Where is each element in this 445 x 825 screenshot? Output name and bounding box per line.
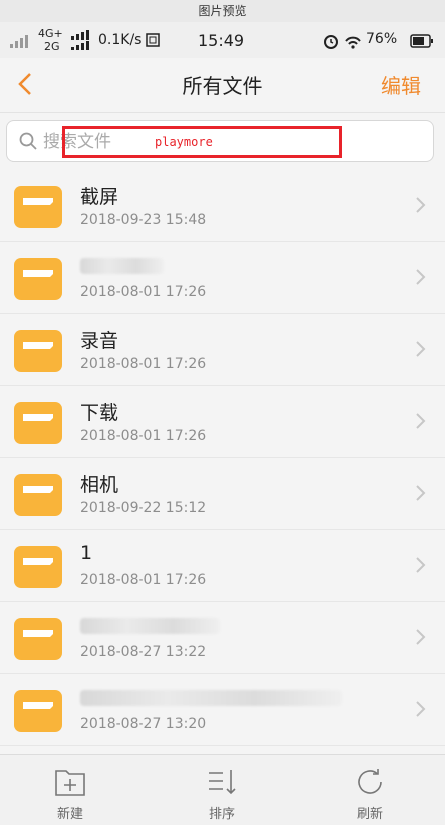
- navigation-bar: 所有文件 编辑: [0, 58, 445, 113]
- file-list: 截屏 2018-09-23 15:48 2018-08-01 17:26 录音 …: [0, 170, 445, 754]
- file-date: 2018-08-01 17:26: [80, 284, 207, 300]
- file-name: 截屏: [80, 186, 119, 208]
- folder-icon: [14, 690, 62, 732]
- file-date: 2018-08-27 13:22: [80, 644, 207, 660]
- blurred-file-name: [80, 258, 164, 274]
- new-folder-icon: [55, 770, 85, 796]
- file-date: 2018-08-27 13:20: [80, 716, 207, 732]
- file-name: 录音: [80, 330, 119, 352]
- battery-icon: [410, 34, 433, 48]
- file-date: 2018-08-01 17:26: [80, 572, 207, 588]
- list-item[interactable]: 相机 2018-09-22 15:12: [0, 458, 445, 530]
- chevron-right-icon: [416, 269, 426, 285]
- folder-icon: [14, 474, 62, 516]
- chevron-right-icon: [416, 557, 426, 573]
- file-date: 2018-08-01 17:26: [80, 356, 207, 372]
- sort-button[interactable]: 排序: [152, 755, 292, 825]
- chevron-right-icon: [416, 341, 426, 357]
- chevron-right-icon: [416, 485, 426, 501]
- folder-icon: [14, 330, 62, 372]
- file-name: 下载: [80, 402, 119, 424]
- list-item[interactable]: 2018-08-27 13:22: [0, 602, 445, 674]
- blurred-file-name: [80, 618, 220, 634]
- battery-percent: 76%: [366, 31, 398, 47]
- list-item[interactable]: 2018-08-01 17:26: [0, 242, 445, 314]
- folder-icon: [14, 402, 62, 444]
- chevron-right-icon: [416, 197, 426, 213]
- chevron-right-icon: [416, 413, 426, 429]
- list-item[interactable]: 1 2018-08-01 17:26: [0, 530, 445, 602]
- edit-button[interactable]: 编辑: [381, 70, 421, 99]
- bottom-toolbar: 新建 排序 刷新: [0, 754, 445, 825]
- file-name: 1: [80, 542, 93, 564]
- page-title: 所有文件: [182, 74, 263, 98]
- viewer-title: 图片预览: [0, 0, 445, 22]
- signal-icon: [10, 35, 28, 48]
- annotation-label: playmore: [155, 135, 213, 149]
- network-speed: 0.1K/s: [98, 32, 142, 48]
- sim-icon: [146, 33, 160, 47]
- folder-icon: [14, 186, 62, 228]
- list-item[interactable]: 2018-08-27 13:20: [0, 674, 445, 746]
- annotation-box: playmore: [62, 126, 342, 158]
- list-item[interactable]: 下载 2018-08-01 17:26: [0, 386, 445, 458]
- sort-icon: [209, 770, 236, 795]
- signal-strength-icon: [71, 30, 89, 50]
- new-label: 新建: [56, 807, 83, 822]
- network-type-secondary: 2G: [44, 40, 60, 53]
- status-bar: 4G+ 2G 0.1K/s 15:49 76%: [0, 22, 445, 58]
- folder-icon: [14, 258, 62, 300]
- refresh-label: 刷新: [356, 807, 383, 822]
- list-item[interactable]: 截屏 2018-09-23 15:48: [0, 170, 445, 242]
- chevron-right-icon: [416, 701, 426, 717]
- search-icon: [19, 132, 37, 150]
- refresh-icon: [358, 769, 382, 794]
- new-folder-button[interactable]: 新建: [0, 755, 140, 825]
- blurred-file-name: [80, 690, 342, 706]
- sort-label: 排序: [208, 807, 235, 822]
- list-item-partial[interactable]: [0, 746, 445, 754]
- folder-icon: [14, 546, 62, 588]
- network-type-primary: 4G+: [38, 27, 63, 40]
- file-date: 2018-09-22 15:12: [80, 500, 207, 516]
- file-name: 相机: [80, 474, 119, 496]
- chevron-right-icon: [416, 629, 426, 645]
- file-date: 2018-08-01 17:26: [80, 428, 207, 444]
- refresh-button[interactable]: 刷新: [300, 755, 440, 825]
- folder-icon: [14, 618, 62, 660]
- file-date: 2018-09-23 15:48: [80, 212, 207, 228]
- clock: 15:49: [198, 31, 245, 50]
- list-item[interactable]: 录音 2018-08-01 17:26: [0, 314, 445, 386]
